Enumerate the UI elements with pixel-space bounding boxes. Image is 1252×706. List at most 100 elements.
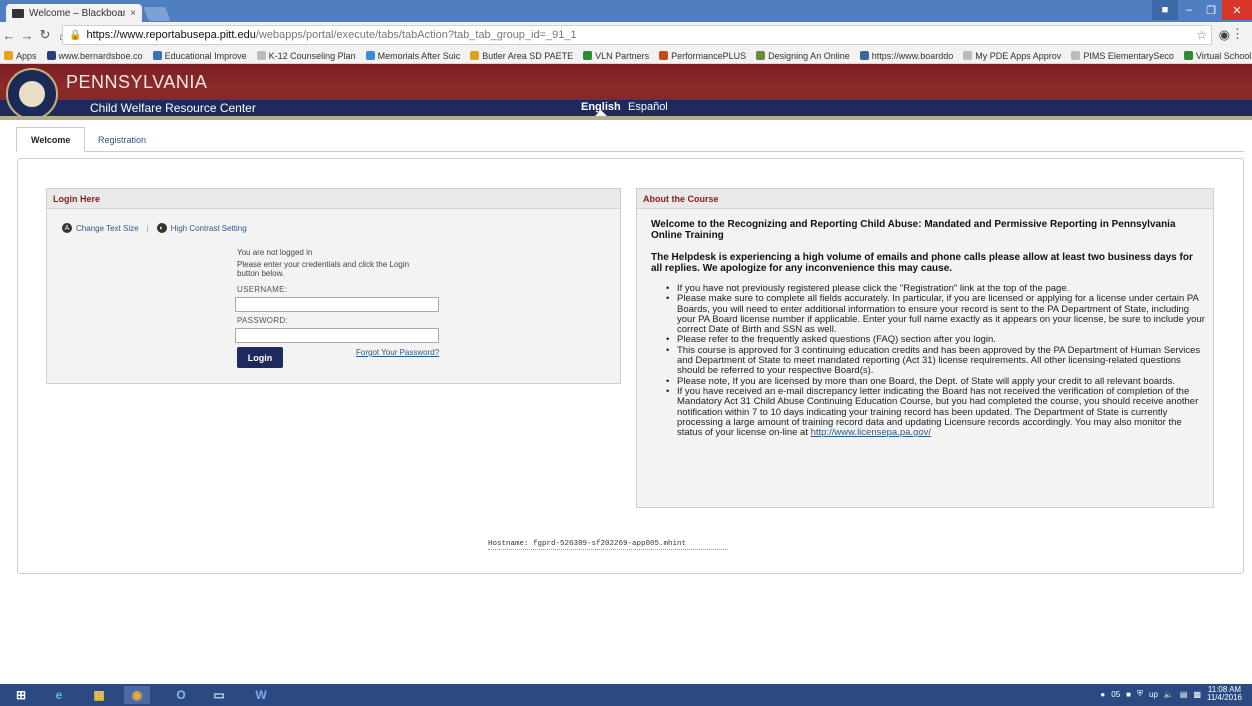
close-tab-icon[interactable]: × — [130, 8, 136, 19]
bookmark-item[interactable]: PIMS ElementarySeco — [1071, 51, 1174, 61]
menu-dots-icon[interactable]: ⋮ — [1231, 26, 1244, 42]
hostname-text: Hostname: fgprd-526389-sf202269-app005.m… — [488, 540, 687, 548]
bookmark-item[interactable]: Virtual School Toolkit — [1183, 50, 1252, 61]
url-text[interactable]: https://www.reportabusepa.pitt.edu/webap… — [86, 29, 576, 41]
contrast-icon: ◐ — [156, 223, 167, 233]
bookmark-icon — [859, 51, 869, 60]
bookmark-label: K-12 Counseling Plan — [268, 50, 356, 61]
bookmark-item[interactable]: VLN Partners — [583, 51, 649, 61]
word-icon[interactable]: W — [248, 686, 274, 704]
extension-icon[interactable]: ◉ — [1219, 27, 1230, 43]
restore-icon[interactable]: ❐ — [1200, 0, 1222, 20]
system-tray: ● 05 ■ ⛨ up 🔈 ▤ ▩ 11:08 AM 11/4/2016 — [1100, 686, 1242, 702]
window-controls: ■ – ❐ ✕ — [1152, 0, 1252, 20]
bookmark-item[interactable]: Apps — [4, 51, 37, 61]
bookmark-item[interactable]: Educational Improve — [152, 50, 247, 61]
bookmark-label: PIMS ElementarySeco — [1083, 50, 1174, 61]
bookmark-item[interactable]: PerformancePLUS — [659, 51, 746, 61]
address-bar[interactable]: 🔒 https://www.reportabusepa.pitt.edu/web… — [62, 25, 1212, 45]
bookmark-label: My PDE Apps Approv — [975, 50, 1062, 61]
bookmark-item[interactable]: Designing An Online — [756, 51, 850, 61]
forgot-password-link[interactable]: Forgot Your Password? — [356, 348, 439, 357]
bookmark-label: Educational Improve — [164, 50, 247, 61]
login-button[interactable]: Login — [237, 347, 283, 368]
taskbar-clock[interactable]: 11:08 AM 11/4/2016 — [1207, 686, 1242, 702]
about-panel-title: About the Course — [637, 189, 1213, 209]
internet-explorer-icon[interactable]: e — [46, 686, 72, 704]
course-info-list: If you have not previously registered pl… — [664, 283, 1206, 439]
brand-state-title: PENNSYLVANIA — [66, 72, 208, 92]
network-icon[interactable]: ▤ — [1180, 690, 1188, 699]
remote-desktop-icon[interactable]: ▭ — [206, 686, 232, 704]
user-profile-icon[interactable]: ■ — [1152, 0, 1178, 20]
list-item: Please make sure to complete all fields … — [664, 294, 1206, 335]
bookmark-item[interactable]: https://www.boarddo — [859, 51, 953, 61]
bookmark-item[interactable]: Memorials After Suic — [365, 50, 461, 61]
tray-up-text: up — [1149, 689, 1158, 699]
helpdesk-notice: The Helpdesk is experiencing a high volu… — [651, 252, 1193, 274]
bookmark-item[interactable]: My PDE Apps Approv — [963, 51, 1061, 61]
volume-icon[interactable]: 🔈 — [1164, 690, 1174, 699]
lock-icon: 🔒 — [69, 29, 82, 41]
windows-start-icon[interactable]: ⊞ — [8, 686, 34, 704]
text-size-icon: A — [62, 223, 72, 233]
browser-tab-title: Welcome – Blackboard L — [29, 7, 126, 19]
minimize-icon[interactable]: – — [1178, 0, 1200, 20]
tray-status-icon[interactable]: ● — [1100, 690, 1105, 699]
reload-icon[interactable]: ↻ — [36, 27, 54, 43]
browser-tab-bar: Welcome – Blackboard L × ■ – ❐ ✕ — [0, 0, 1252, 22]
file-explorer-icon[interactable]: ▦ — [86, 686, 112, 704]
bookmark-label: Butler Area SD PAETE — [482, 50, 574, 61]
password-input[interactable] — [235, 328, 439, 343]
bookmark-icon — [470, 51, 480, 60]
username-input[interactable] — [235, 297, 439, 312]
chrome-icon[interactable]: ◉ — [124, 686, 150, 704]
outlook-icon[interactable]: O — [168, 686, 194, 704]
notification-icon[interactable]: ▩ — [1193, 690, 1201, 699]
bookmark-icon — [4, 51, 13, 60]
clock-date: 11/4/2016 — [1207, 693, 1242, 702]
bookmark-label: Designing An Online — [768, 50, 850, 61]
browser-tab[interactable]: Welcome – Blackboard L × — [6, 4, 142, 22]
bookmarks-bar: Apps www.bernardsboe.co Educational Impr… — [0, 48, 1252, 64]
list-item: If you have received an e-mail discrepan… — [664, 385, 1206, 439]
high-contrast-link[interactable]: High Contrast Setting — [171, 224, 247, 233]
tab-registration[interactable]: Registration — [84, 127, 160, 152]
change-text-size-link[interactable]: Change Text Size — [76, 224, 139, 233]
bookmark-icon — [583, 51, 593, 60]
url-host: https://www.reportabusepa.pitt.edu — [86, 29, 256, 41]
bookmark-label: Memorials After Suic — [377, 50, 461, 61]
bookmark-icon — [1071, 51, 1081, 60]
bookmark-label: PerformancePLUS — [671, 50, 747, 61]
tray-badge-text: 05 — [1111, 689, 1121, 699]
bookmark-star-icon[interactable]: ☆ — [1196, 28, 1207, 42]
bookmark-icon — [152, 51, 162, 60]
course-welcome-heading: Welcome to the Recognizing and Reporting… — [651, 219, 1176, 241]
password-label: PASSWORD: — [237, 316, 289, 325]
bookmark-icon — [756, 51, 766, 60]
accessibility-options: A Change Text Size | ◐ High Contrast Set… — [62, 223, 247, 233]
username-label: USERNAME: — [237, 285, 288, 294]
bookmark-item[interactable]: K-12 Counseling Plan — [256, 50, 356, 61]
tab-welcome[interactable]: Welcome — [16, 127, 86, 152]
shield-icon[interactable]: ⛨ — [1137, 689, 1143, 699]
language-spanish-link[interactable]: Español — [628, 101, 668, 113]
back-arrow-icon[interactable]: ← — [0, 28, 18, 43]
url-path: /webapps/portal/execute/tabs/tabAction?t… — [255, 29, 577, 41]
new-tab-button[interactable] — [143, 7, 171, 21]
close-window-icon[interactable]: ✕ — [1222, 0, 1252, 20]
login-instruction-line1: Please enter your credentials and click … — [237, 260, 410, 269]
forward-arrow-icon[interactable]: → — [18, 28, 36, 43]
page-tabs — [16, 126, 1244, 152]
last-bullet-text: If you have received an e-mail discrepan… — [677, 385, 1199, 439]
bookmark-item[interactable]: www.bernardsboe.co — [46, 50, 143, 61]
tray-app-icon[interactable]: ■ — [1126, 690, 1131, 699]
bookmark-label: www.bernardsboe.co — [58, 50, 143, 61]
not-logged-in-text: You are not logged in — [237, 248, 313, 257]
separator: | — [146, 223, 149, 233]
login-panel: Login Here — [46, 188, 621, 384]
header-divider — [0, 116, 1252, 120]
bookmark-label: Virtual School Toolkit — [1195, 50, 1252, 61]
license-link[interactable]: http://www.licensepa.pa.gov/ — [811, 427, 931, 438]
bookmark-item[interactable]: Butler Area SD PAETE — [470, 51, 573, 61]
